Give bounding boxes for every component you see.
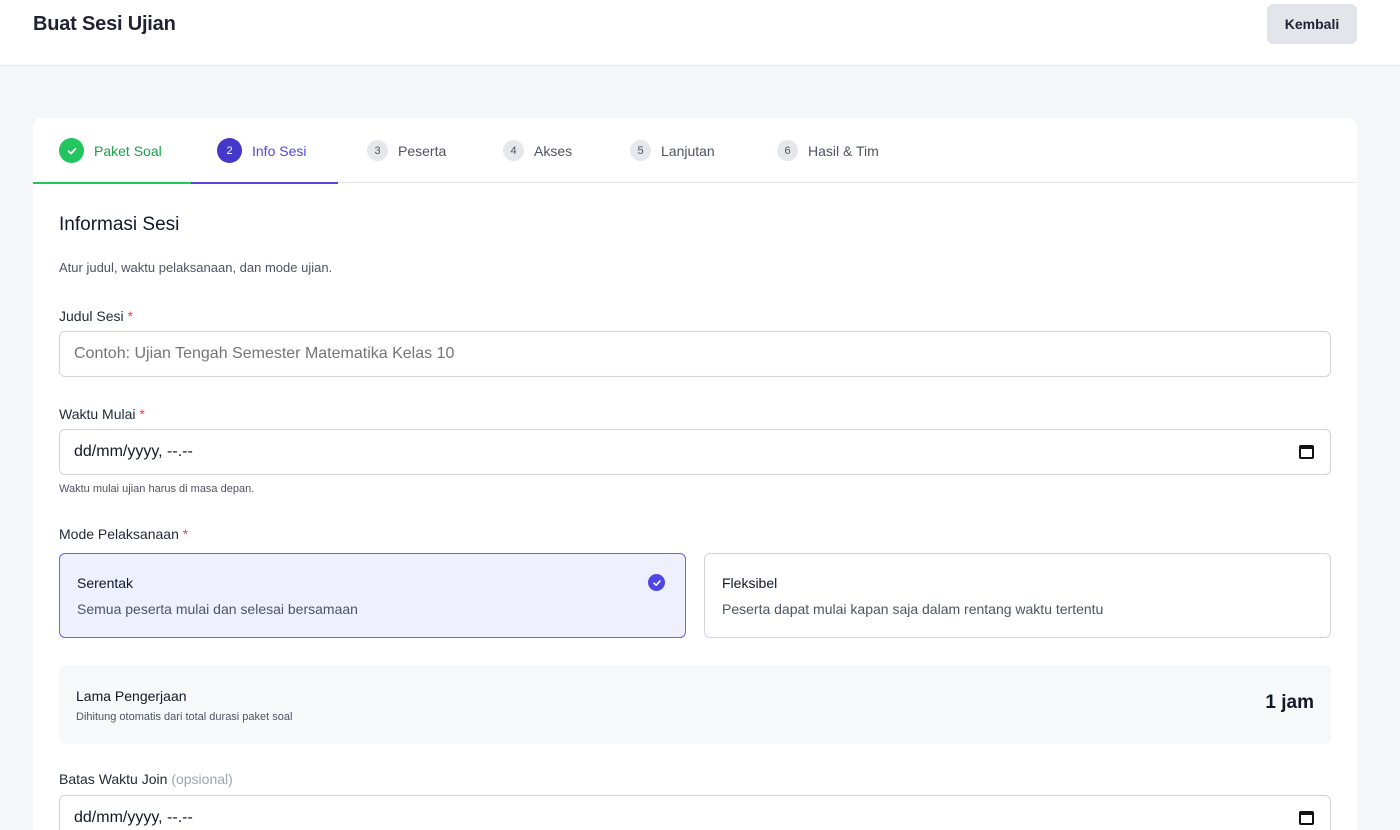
check-icon (59, 138, 84, 163)
page-title: Buat Sesi Ujian (33, 13, 176, 35)
duration-value: 1 jam (1265, 692, 1314, 713)
tab-paket-soal[interactable]: Paket Soal (33, 118, 191, 184)
tab-label: Paket Soal (94, 142, 162, 159)
mode-description: Peserta dapat mulai kapan saja dalam ren… (722, 601, 1104, 617)
tab-label: Lanjutan (661, 142, 715, 159)
join-deadline-input[interactable]: dd/mm/yyyy, --.-- (59, 795, 1331, 830)
session-title-input[interactable] (59, 331, 1331, 377)
mode-title: Fleksibel (722, 575, 778, 591)
mode-description: Semua peserta mulai dan selesai bersamaa… (77, 601, 358, 617)
join-deadline-label: Batas Waktu Join (opsional) (59, 771, 233, 787)
tab-label: Peserta (398, 142, 447, 159)
step-number: 6 (777, 140, 798, 161)
form-card: Paket Soal 2 Info Sesi 3 Peserta 4 Akses… (33, 118, 1357, 830)
join-deadline-value: dd/mm/yyyy, --.-- (74, 809, 193, 826)
start-time-hint: Waktu mulai ujian harus di masa depan. (59, 483, 255, 495)
calendar-icon[interactable] (1299, 811, 1314, 825)
start-time-input[interactable]: dd/mm/yyyy, --.-- (59, 429, 1331, 475)
step-number: 4 (503, 140, 524, 161)
check-circle-icon (648, 574, 665, 591)
step-number: 5 (630, 140, 651, 161)
top-bar: Buat Sesi Ujian Kembali (0, 0, 1400, 66)
duration-subtitle: Dihitung otomatis dari total durasi pake… (76, 711, 293, 723)
tab-hasil-tim[interactable]: 6 Hasil & Tim (777, 118, 879, 183)
section-title: Informasi Sesi (59, 214, 180, 235)
mode-title: Serentak (77, 575, 134, 591)
mode-option-serentak[interactable]: Serentak Semua peserta mulai dan selesai… (59, 553, 686, 638)
mode-label: Mode Pelaksanaan * (59, 526, 189, 542)
mode-option-fleksibel[interactable]: Fleksibel Peserta dapat mulai kapan saja… (704, 553, 1331, 638)
title-label: Judul Sesi * (59, 308, 133, 324)
tab-label: Akses (534, 142, 573, 159)
tab-label: Info Sesi (252, 142, 307, 159)
tab-label: Hasil & Tim (808, 142, 879, 159)
duration-panel: Lama Pengerjaan Dihitung otomatis dari t… (59, 665, 1331, 744)
tab-lanjutan[interactable]: 5 Lanjutan (630, 118, 715, 183)
tab-peserta[interactable]: 3 Peserta (367, 118, 446, 183)
tab-akses[interactable]: 4 Akses (503, 118, 572, 183)
start-time-value: dd/mm/yyyy, --.-- (74, 443, 193, 460)
step-number: 3 (367, 140, 388, 161)
tab-indicator-done (33, 182, 191, 184)
calendar-icon[interactable] (1299, 445, 1314, 459)
step-tabs: Paket Soal 2 Info Sesi 3 Peserta 4 Akses… (33, 118, 1357, 184)
duration-label: Lama Pengerjaan (76, 688, 187, 704)
section-description: Atur judul, waktu pelaksanaan, dan mode … (59, 260, 333, 275)
tab-indicator-active (191, 182, 338, 184)
back-button[interactable]: Kembali (1267, 4, 1357, 44)
start-time-label: Waktu Mulai * (59, 406, 145, 422)
tab-info-sesi[interactable]: 2 Info Sesi (191, 118, 338, 184)
step-number: 2 (217, 138, 242, 163)
